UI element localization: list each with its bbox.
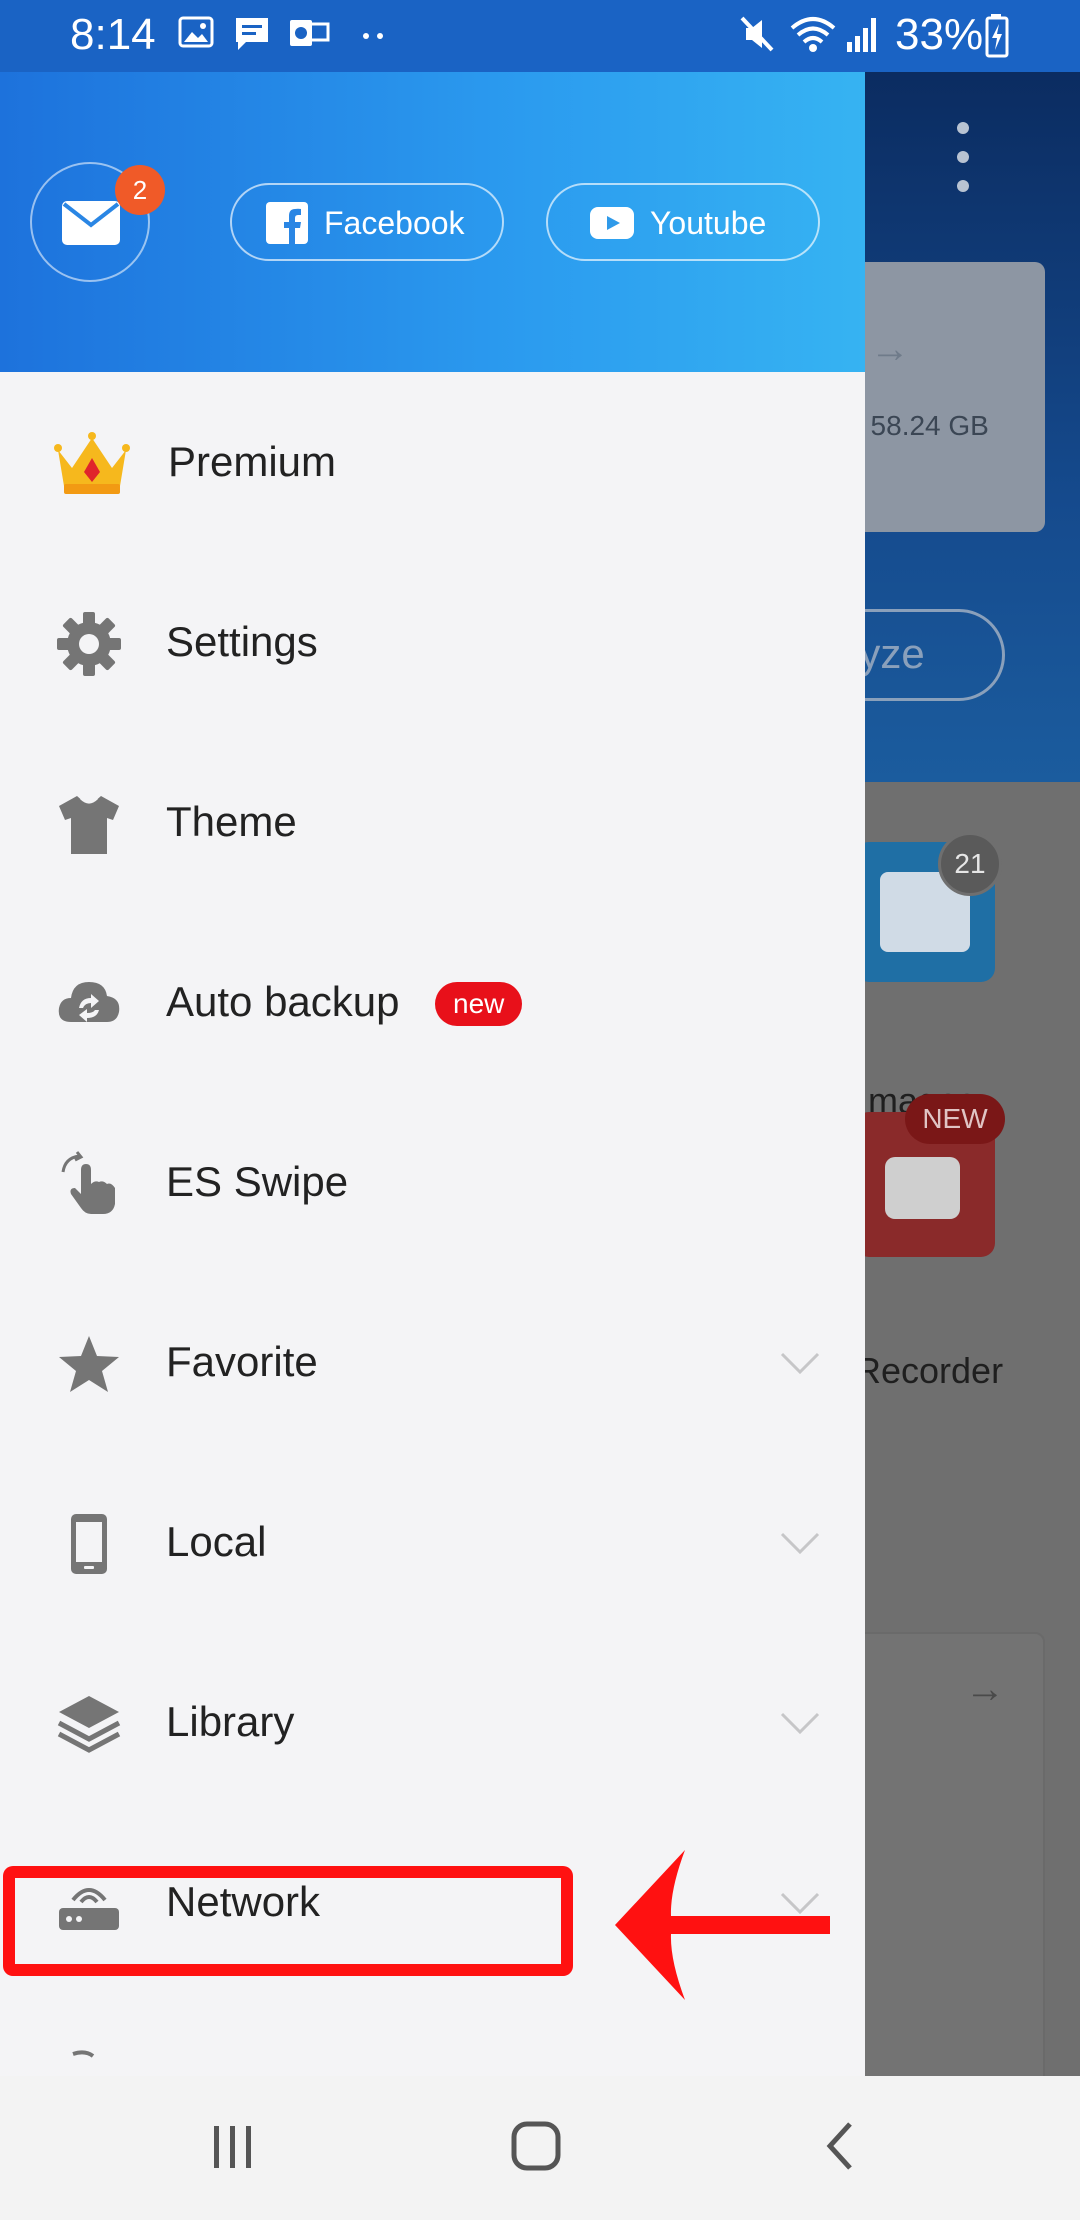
gallery-icon — [178, 16, 214, 48]
mute-icon — [740, 16, 774, 52]
more-notifications-icon — [363, 33, 383, 39]
overflow-menu-icon — [950, 122, 976, 192]
system-nav-bar — [0, 2076, 1080, 2220]
battery-percentage: 33% — [895, 10, 984, 59]
arrow-right-icon: → — [965, 1667, 1005, 1711]
menu-item-library[interactable]: Library — [0, 1630, 865, 1810]
navigation-drawer: 2 Facebook Youtube Premium Settings Them… — [0, 72, 865, 2076]
youtube-button[interactable]: Youtube — [546, 183, 820, 261]
partial-icon — [72, 2050, 95, 2058]
shirt-icon — [59, 796, 119, 854]
menu-item-es-swipe[interactable]: ES Swipe — [0, 1090, 865, 1270]
menu-item-local[interactable]: Local — [0, 1450, 865, 1630]
battery-charging-icon — [985, 14, 1009, 58]
star-icon — [59, 1336, 119, 1392]
menu-item-premium[interactable]: Premium — [0, 370, 865, 550]
signal-icon — [847, 18, 876, 52]
menu-item-auto-backup[interactable]: Auto backup new — [0, 910, 865, 1090]
menu-item-theme[interactable]: Theme — [0, 730, 865, 910]
status-time: 8:14 — [70, 10, 156, 59]
layers-icon — [57, 1696, 121, 1753]
wifi-icon — [790, 17, 836, 52]
back-icon[interactable] — [820, 2116, 860, 2176]
chevron-down-icon[interactable] — [780, 1710, 820, 1736]
menu-label-theme: Theme — [166, 798, 297, 845]
facebook-label: Facebook — [324, 205, 465, 241]
menu-label-es-swipe: ES Swipe — [166, 1158, 349, 1205]
menu-label-premium: Premium — [168, 438, 337, 485]
recent-apps-icon[interactable] — [210, 2116, 258, 2176]
menu-item-settings[interactable]: Settings — [0, 550, 865, 730]
video-camera-icon — [885, 1157, 960, 1219]
bg-recorder-new-badge: NEW — [905, 1094, 1005, 1144]
youtube-label: Youtube — [650, 205, 767, 241]
new-badge: new — [435, 982, 523, 1026]
home-icon[interactable] — [508, 2116, 568, 2176]
arrow-right-icon: → — [870, 327, 910, 371]
menu-label-auto-backup: Auto backup — [166, 978, 400, 1025]
facebook-button[interactable]: Facebook — [230, 183, 504, 261]
gear-icon — [57, 612, 121, 676]
bg-images-count: 21 — [938, 832, 1002, 896]
chevron-down-icon[interactable] — [780, 1350, 820, 1376]
outlook-icon — [290, 20, 330, 46]
menu-label-local: Local — [166, 1518, 267, 1565]
mail-badge: 2 — [115, 165, 165, 215]
swipe-hand-icon — [61, 1151, 115, 1214]
status-bar: 8:14 33% — [0, 0, 1080, 72]
phone-icon — [71, 1514, 107, 1574]
bg-storage-text: / 58.24 GB — [855, 410, 989, 441]
menu-label-library: Library — [166, 1698, 295, 1745]
highlight-box — [3, 1866, 573, 1976]
facebook-icon — [266, 202, 308, 244]
mail-icon — [62, 201, 120, 245]
message-icon — [236, 18, 268, 50]
chevron-down-icon[interactable] — [780, 1530, 820, 1556]
bg-recorder-label: Recorder — [855, 1350, 1004, 1391]
crown-icon — [54, 432, 130, 494]
drawer-header: 2 Facebook Youtube — [0, 72, 865, 372]
cloud-sync-icon — [58, 982, 120, 1022]
menu-item-partial[interactable] — [0, 1990, 865, 2076]
arrow-left-icon — [615, 1850, 830, 2000]
menu-item-favorite[interactable]: Favorite — [0, 1270, 865, 1450]
menu-label-favorite: Favorite — [166, 1338, 318, 1385]
youtube-icon — [590, 207, 634, 239]
menu-label-settings: Settings — [166, 618, 318, 665]
